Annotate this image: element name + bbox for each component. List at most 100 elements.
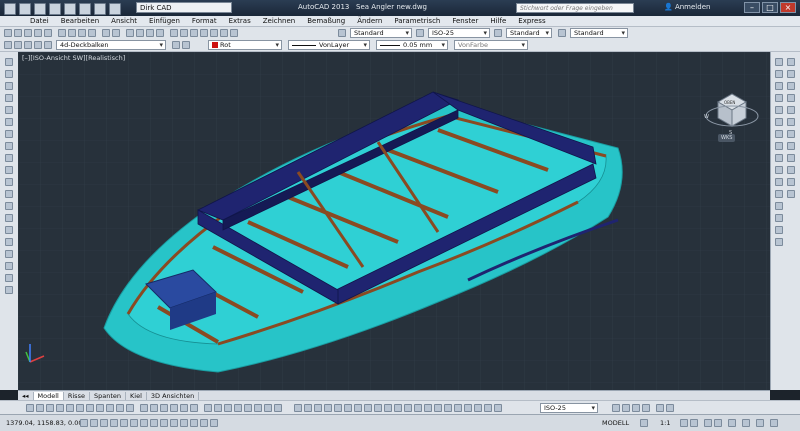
quick-dim-icon[interactable] — [374, 404, 382, 412]
lineweight-dropdown[interactable]: 0.05 mm — [376, 40, 448, 50]
linear-dim-icon[interactable] — [294, 404, 302, 412]
spline-icon[interactable] — [5, 154, 13, 162]
menu-hilfe[interactable]: Hilfe — [490, 16, 506, 26]
line-icon[interactable] — [5, 58, 13, 66]
tool-icon-3[interactable] — [46, 404, 54, 412]
menu-extras[interactable]: Extras — [229, 16, 251, 26]
menu-aendern[interactable]: Ändern — [357, 16, 382, 26]
tool-icon-6[interactable] — [76, 404, 84, 412]
tool-icon-1[interactable] — [26, 404, 34, 412]
tool-icon-12[interactable] — [140, 404, 148, 412]
tool-icon-22[interactable] — [244, 404, 252, 412]
osnap-toggle-icon[interactable] — [120, 419, 128, 427]
menu-format[interactable]: Format — [192, 16, 217, 26]
toolpalettes-icon[interactable] — [190, 29, 198, 37]
join-icon[interactable] — [775, 202, 783, 210]
extend-icon[interactable] — [775, 178, 783, 186]
lwt-toggle-icon[interactable] — [170, 419, 178, 427]
dim-update-icon[interactable] — [484, 404, 492, 412]
quadrant-snap-icon[interactable] — [787, 106, 795, 114]
explode-icon[interactable] — [775, 238, 783, 246]
markup-icon[interactable] — [210, 29, 218, 37]
insert-block-icon[interactable] — [5, 190, 13, 198]
tool-icon-10[interactable] — [116, 404, 124, 412]
center-snap-icon[interactable] — [787, 94, 795, 102]
tool-icon-28[interactable] — [632, 404, 640, 412]
add-selected-icon[interactable] — [5, 286, 13, 294]
tool-icon-9[interactable] — [106, 404, 114, 412]
layer-dropdown[interactable]: 4d-Deckbalken — [56, 40, 166, 50]
copy-icon[interactable] — [68, 29, 76, 37]
jogged-dim-icon[interactable] — [344, 404, 352, 412]
plot-icon[interactable] — [34, 29, 42, 37]
zoom-window-icon[interactable] — [146, 29, 154, 37]
node-snap-icon[interactable] — [787, 154, 795, 162]
sun-icon[interactable] — [24, 41, 32, 49]
menu-ansicht[interactable]: Ansicht — [111, 16, 137, 26]
point-icon[interactable] — [5, 214, 13, 222]
pan-icon[interactable] — [126, 29, 134, 37]
diameter-dim-icon[interactable] — [354, 404, 362, 412]
app-menu-icon[interactable] — [4, 3, 16, 15]
tool-icon-20[interactable] — [224, 404, 232, 412]
tool-icon-24[interactable] — [264, 404, 272, 412]
tool-icon-21[interactable] — [234, 404, 242, 412]
tool-icon-11[interactable] — [126, 404, 134, 412]
ellipse-icon[interactable] — [5, 166, 13, 174]
dim-style-dropdown[interactable]: ISO-25 — [428, 28, 490, 38]
tool-icon-26[interactable] — [612, 404, 620, 412]
arc-length-icon[interactable] — [314, 404, 322, 412]
wcs-label[interactable]: WKS — [718, 134, 736, 142]
sheetset-icon[interactable] — [200, 29, 208, 37]
dim-text-edit-icon[interactable] — [474, 404, 482, 412]
menu-express[interactable]: Express — [518, 16, 545, 26]
region-icon[interactable] — [5, 250, 13, 258]
lock-icon[interactable] — [34, 41, 42, 49]
none-snap-icon[interactable] — [787, 178, 795, 186]
hardware-accel-icon[interactable] — [728, 419, 736, 427]
color-dropdown[interactable]: Rot — [208, 40, 282, 50]
text-style-dropdown[interactable]: Standard — [350, 28, 412, 38]
arc-icon[interactable] — [5, 118, 13, 126]
midpoint-snap-icon[interactable] — [787, 70, 795, 78]
ducs-toggle-icon[interactable] — [150, 419, 158, 427]
save-icon[interactable] — [49, 3, 61, 15]
tool-icon-30[interactable] — [656, 404, 664, 412]
osnap-settings-icon[interactable] — [787, 190, 795, 198]
lock-ui-icon[interactable] — [714, 419, 722, 427]
tool-icon-14[interactable] — [160, 404, 168, 412]
mtext-icon[interactable] — [5, 274, 13, 282]
designcenter-icon[interactable] — [180, 29, 188, 37]
3dosnap-toggle-icon[interactable] — [130, 419, 138, 427]
table-icon[interactable] — [5, 262, 13, 270]
angular-dim-icon[interactable] — [364, 404, 372, 412]
close-button[interactable]: × — [780, 2, 796, 13]
menu-parametrisch[interactable]: Parametrisch — [394, 16, 440, 26]
menu-bearbeiten[interactable]: Bearbeiten — [61, 16, 99, 26]
circle-icon[interactable] — [5, 130, 13, 138]
quickcalc-icon[interactable] — [220, 29, 228, 37]
baseline-dim-icon[interactable] — [384, 404, 392, 412]
redo-icon[interactable] — [109, 3, 121, 15]
new-icon[interactable] — [19, 3, 31, 15]
ortho-toggle-icon[interactable] — [100, 419, 108, 427]
chamfer-icon[interactable] — [775, 214, 783, 222]
menu-bemassung[interactable]: Bemaßung — [307, 16, 345, 26]
parallel-snap-icon[interactable] — [787, 142, 795, 150]
inspection-icon[interactable] — [444, 404, 452, 412]
status-menu-icon[interactable] — [756, 419, 764, 427]
zoom-previous-icon[interactable] — [156, 29, 164, 37]
search-input[interactable]: Stichwort oder Frage eingeben — [516, 3, 634, 13]
tool-icon-15[interactable] — [170, 404, 178, 412]
preview-icon[interactable] — [44, 29, 52, 37]
otrack-toggle-icon[interactable] — [140, 419, 148, 427]
endpoint-snap-icon[interactable] — [787, 58, 795, 66]
quickview-icon[interactable] — [640, 419, 648, 427]
model-space-button[interactable]: MODELL — [602, 419, 629, 427]
make-current-icon[interactable] — [172, 41, 180, 49]
open-icon[interactable] — [34, 3, 46, 15]
tool-icon-23[interactable] — [254, 404, 262, 412]
plotstyle-dropdown[interactable]: VonFarbe — [454, 40, 528, 50]
tool-icon-25[interactable] — [274, 404, 282, 412]
tool-icon-5[interactable] — [66, 404, 74, 412]
